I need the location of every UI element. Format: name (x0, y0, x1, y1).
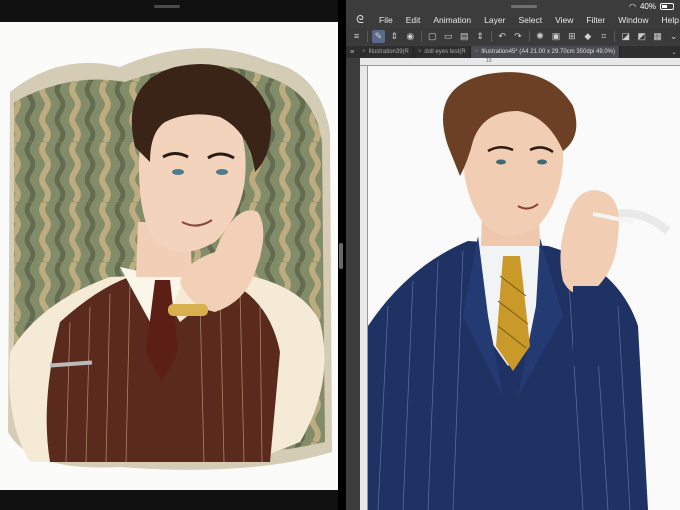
command-bar: ≡ ✎ ⇕ ◉ ▢ ▭ ▤ ⇕ ↶ ↷ ✺ ▣ ⊞ ◆ ⌗ ◪ ◩ ▦ ⌄ (346, 28, 680, 44)
tab-close-icon[interactable]: × (362, 49, 366, 55)
app-logo-icon[interactable]: ᘓ (354, 14, 366, 26)
fill-icon[interactable]: ◆ (581, 30, 594, 43)
toolbar-separator (528, 30, 530, 42)
battery-percent: 40% (639, 1, 656, 11)
tab-label: doll eyes test(R (424, 49, 466, 55)
wifi-icon: ◠ (629, 1, 636, 11)
menu-file[interactable]: File (379, 15, 393, 25)
save-icon[interactable]: ▤ (458, 30, 471, 43)
left-side-gutter (346, 58, 360, 510)
tab-illustration45[interactable]: × Illustration45* (A4 21.00 x 29.70cm 35… (470, 46, 621, 58)
eye-icon[interactable]: ◉ (404, 30, 417, 43)
menu-select[interactable]: Select (518, 15, 542, 25)
menu-edit[interactable]: Edit (406, 15, 421, 25)
toolbar-separator (420, 30, 422, 42)
transform-icon[interactable]: ⊞ (565, 30, 578, 43)
chevron-down-icon[interactable]: ⌄ (668, 49, 680, 56)
right-app-pane: ◠ 40% ᘓ File Edit Animation Layer Select… (346, 0, 680, 510)
menu-view[interactable]: View (555, 15, 573, 25)
redo-icon[interactable]: ↷ (512, 30, 525, 43)
left-app-pane (0, 0, 338, 510)
menu-window[interactable]: Window (618, 15, 648, 25)
hamburger-menu-icon[interactable]: ≡ (350, 30, 363, 43)
right-multitask-handle[interactable] (511, 5, 537, 8)
menu-filter[interactable]: Filter (586, 15, 605, 25)
artwork-suit-man (368, 72, 671, 510)
tab-label: Illustration39(R (368, 49, 409, 55)
new-file-icon[interactable]: ▢ (426, 30, 439, 43)
chevron-down-icon[interactable]: ⌄ (667, 30, 680, 43)
status-bar: ◠ 40% (346, 0, 680, 12)
chevron-updown-icon[interactable]: ⇕ (388, 30, 401, 43)
split-view-handle[interactable] (339, 243, 343, 269)
chevron-updown-icon[interactable]: ⇕ (474, 30, 487, 43)
left-artwork-canvas[interactable] (0, 22, 338, 490)
battery-icon (660, 2, 674, 10)
menu-animation[interactable]: Animation (433, 15, 471, 25)
tab-illustration39[interactable]: × Illustration39(R (358, 46, 414, 58)
pen-tool-icon[interactable]: ✎ (371, 29, 385, 43)
status-right-group: ◠ 40% (629, 0, 674, 12)
horizontal-ruler[interactable]: 10 (360, 58, 680, 66)
toolbar-separator (366, 30, 368, 42)
crop-icon[interactable]: ⌗ (597, 30, 610, 43)
canvas-workspace[interactable] (368, 66, 680, 510)
artwork-vest-man (8, 48, 332, 470)
menu-layer[interactable]: Layer (484, 15, 505, 25)
tab-menu-icon[interactable]: ≡ (346, 46, 358, 58)
clear-icon[interactable]: ▣ (549, 30, 562, 43)
ruler-mark: 10 (486, 58, 492, 64)
selection-icon[interactable]: ▦ (651, 30, 664, 43)
document-tab-bar: ≡ × Illustration39(R × doll eyes test(R … (346, 46, 680, 58)
tab-label: Illustration45* (A4 21.00 x 29.70cm 350d… (481, 49, 616, 55)
tab-close-icon[interactable]: × (418, 49, 422, 55)
loading-icon[interactable]: ✺ (534, 30, 547, 43)
undo-icon[interactable]: ↶ (496, 30, 509, 43)
toolbar-separator (490, 30, 492, 42)
selection-icon[interactable]: ◩ (635, 30, 648, 43)
selection-icon[interactable]: ◪ (619, 30, 632, 43)
toolbar-separator (614, 30, 616, 42)
vertical-ruler[interactable] (360, 66, 368, 510)
open-folder-icon[interactable]: ▭ (442, 30, 455, 43)
tab-close-icon[interactable]: × (475, 49, 479, 55)
menu-help[interactable]: Help (661, 15, 678, 25)
tab-doll-eyes-test[interactable]: × doll eyes test(R (414, 46, 471, 58)
menu-bar: ᘓ File Edit Animation Layer Select View … (346, 12, 680, 28)
left-multitask-handle[interactable] (154, 5, 180, 8)
